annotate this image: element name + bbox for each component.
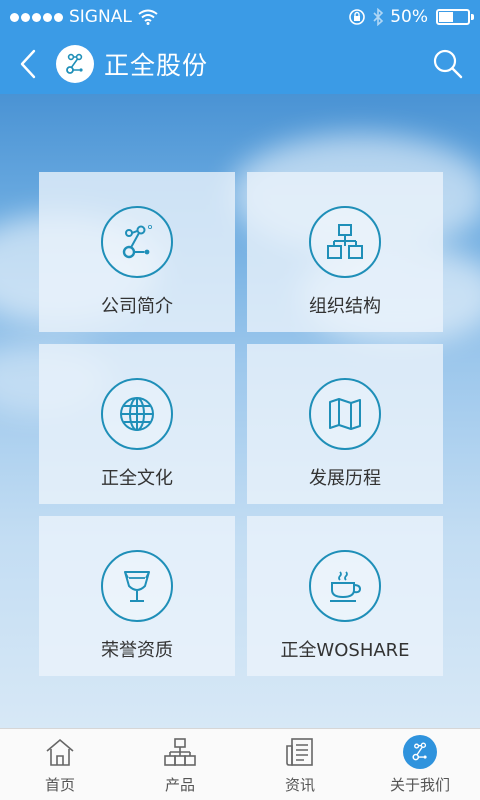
- header-bar: 正全股份: [0, 34, 480, 94]
- tile-label: 正全文化: [101, 468, 173, 489]
- trophy-icon: [101, 550, 173, 622]
- tile-company-profile[interactable]: 公司简介: [39, 172, 235, 332]
- coffee-cup-icon: [309, 550, 381, 622]
- status-bar: SIGNAL 50%: [0, 0, 480, 34]
- company-logo-icon: [56, 45, 94, 83]
- menu-grid: 公司简介 组织结构 正全文化 发展历程 荣誉资质 正全WOSHARE: [39, 172, 443, 676]
- tab-about-us[interactable]: 关于我们: [360, 729, 480, 800]
- signal-strength-icon: [10, 12, 63, 22]
- back-button[interactable]: [0, 34, 56, 94]
- home-icon: [42, 734, 78, 770]
- about-icon: [402, 734, 438, 770]
- tab-label: 产品: [164, 776, 195, 794]
- chevron-left-icon: [20, 49, 36, 79]
- search-button[interactable]: [430, 46, 466, 82]
- status-right: 50%: [348, 7, 474, 27]
- tile-label: 公司简介: [101, 296, 173, 317]
- product-icon: [162, 734, 198, 770]
- tile-honors[interactable]: 荣誉资质: [39, 516, 235, 676]
- tile-corporate-culture[interactable]: 正全文化: [39, 344, 235, 504]
- bluetooth-icon: [373, 8, 384, 26]
- page-title: 正全股份: [104, 51, 209, 80]
- battery-icon: [436, 9, 474, 25]
- tile-development-history[interactable]: 发展历程: [247, 344, 443, 504]
- tile-org-structure[interactable]: 组织结构: [247, 172, 443, 332]
- tile-label: 发展历程: [309, 468, 381, 489]
- company-logo-icon: [101, 206, 173, 278]
- carrier-name: SIGNAL: [69, 7, 132, 27]
- app-screen: SIGNAL 50% 正全股份 公司简介 组织结构 正全文化 发展历程 荣誉资质…: [0, 0, 480, 800]
- tile-label: 正全WOSHARE: [280, 640, 410, 661]
- search-icon: [433, 49, 463, 79]
- org-chart-icon: [309, 206, 381, 278]
- battery-percent: 50%: [390, 7, 428, 27]
- tab-products[interactable]: 产品: [120, 729, 240, 800]
- tile-label: 组织结构: [309, 296, 381, 317]
- tab-home[interactable]: 首页: [0, 729, 120, 800]
- active-tab-indicator: [403, 735, 437, 769]
- battery-fill: [439, 12, 453, 22]
- globe-icon: [101, 378, 173, 450]
- content-area: 公司简介 组织结构 正全文化 发展历程 荣誉资质 正全WOSHARE: [0, 94, 480, 728]
- tile-label: 荣誉资质: [101, 640, 173, 661]
- tab-label: 首页: [44, 776, 75, 794]
- news-icon: [282, 734, 318, 770]
- tab-news[interactable]: 资讯: [240, 729, 360, 800]
- tile-woshare[interactable]: 正全WOSHARE: [247, 516, 443, 676]
- map-icon: [309, 378, 381, 450]
- tab-label: 关于我们: [389, 776, 450, 794]
- bottom-tab-bar: 首页 产品 资讯 关于我们: [0, 728, 480, 800]
- status-left: SIGNAL: [10, 7, 158, 27]
- tab-label: 资讯: [284, 776, 315, 794]
- wifi-icon: [138, 9, 158, 25]
- rotation-lock-icon: [349, 9, 366, 25]
